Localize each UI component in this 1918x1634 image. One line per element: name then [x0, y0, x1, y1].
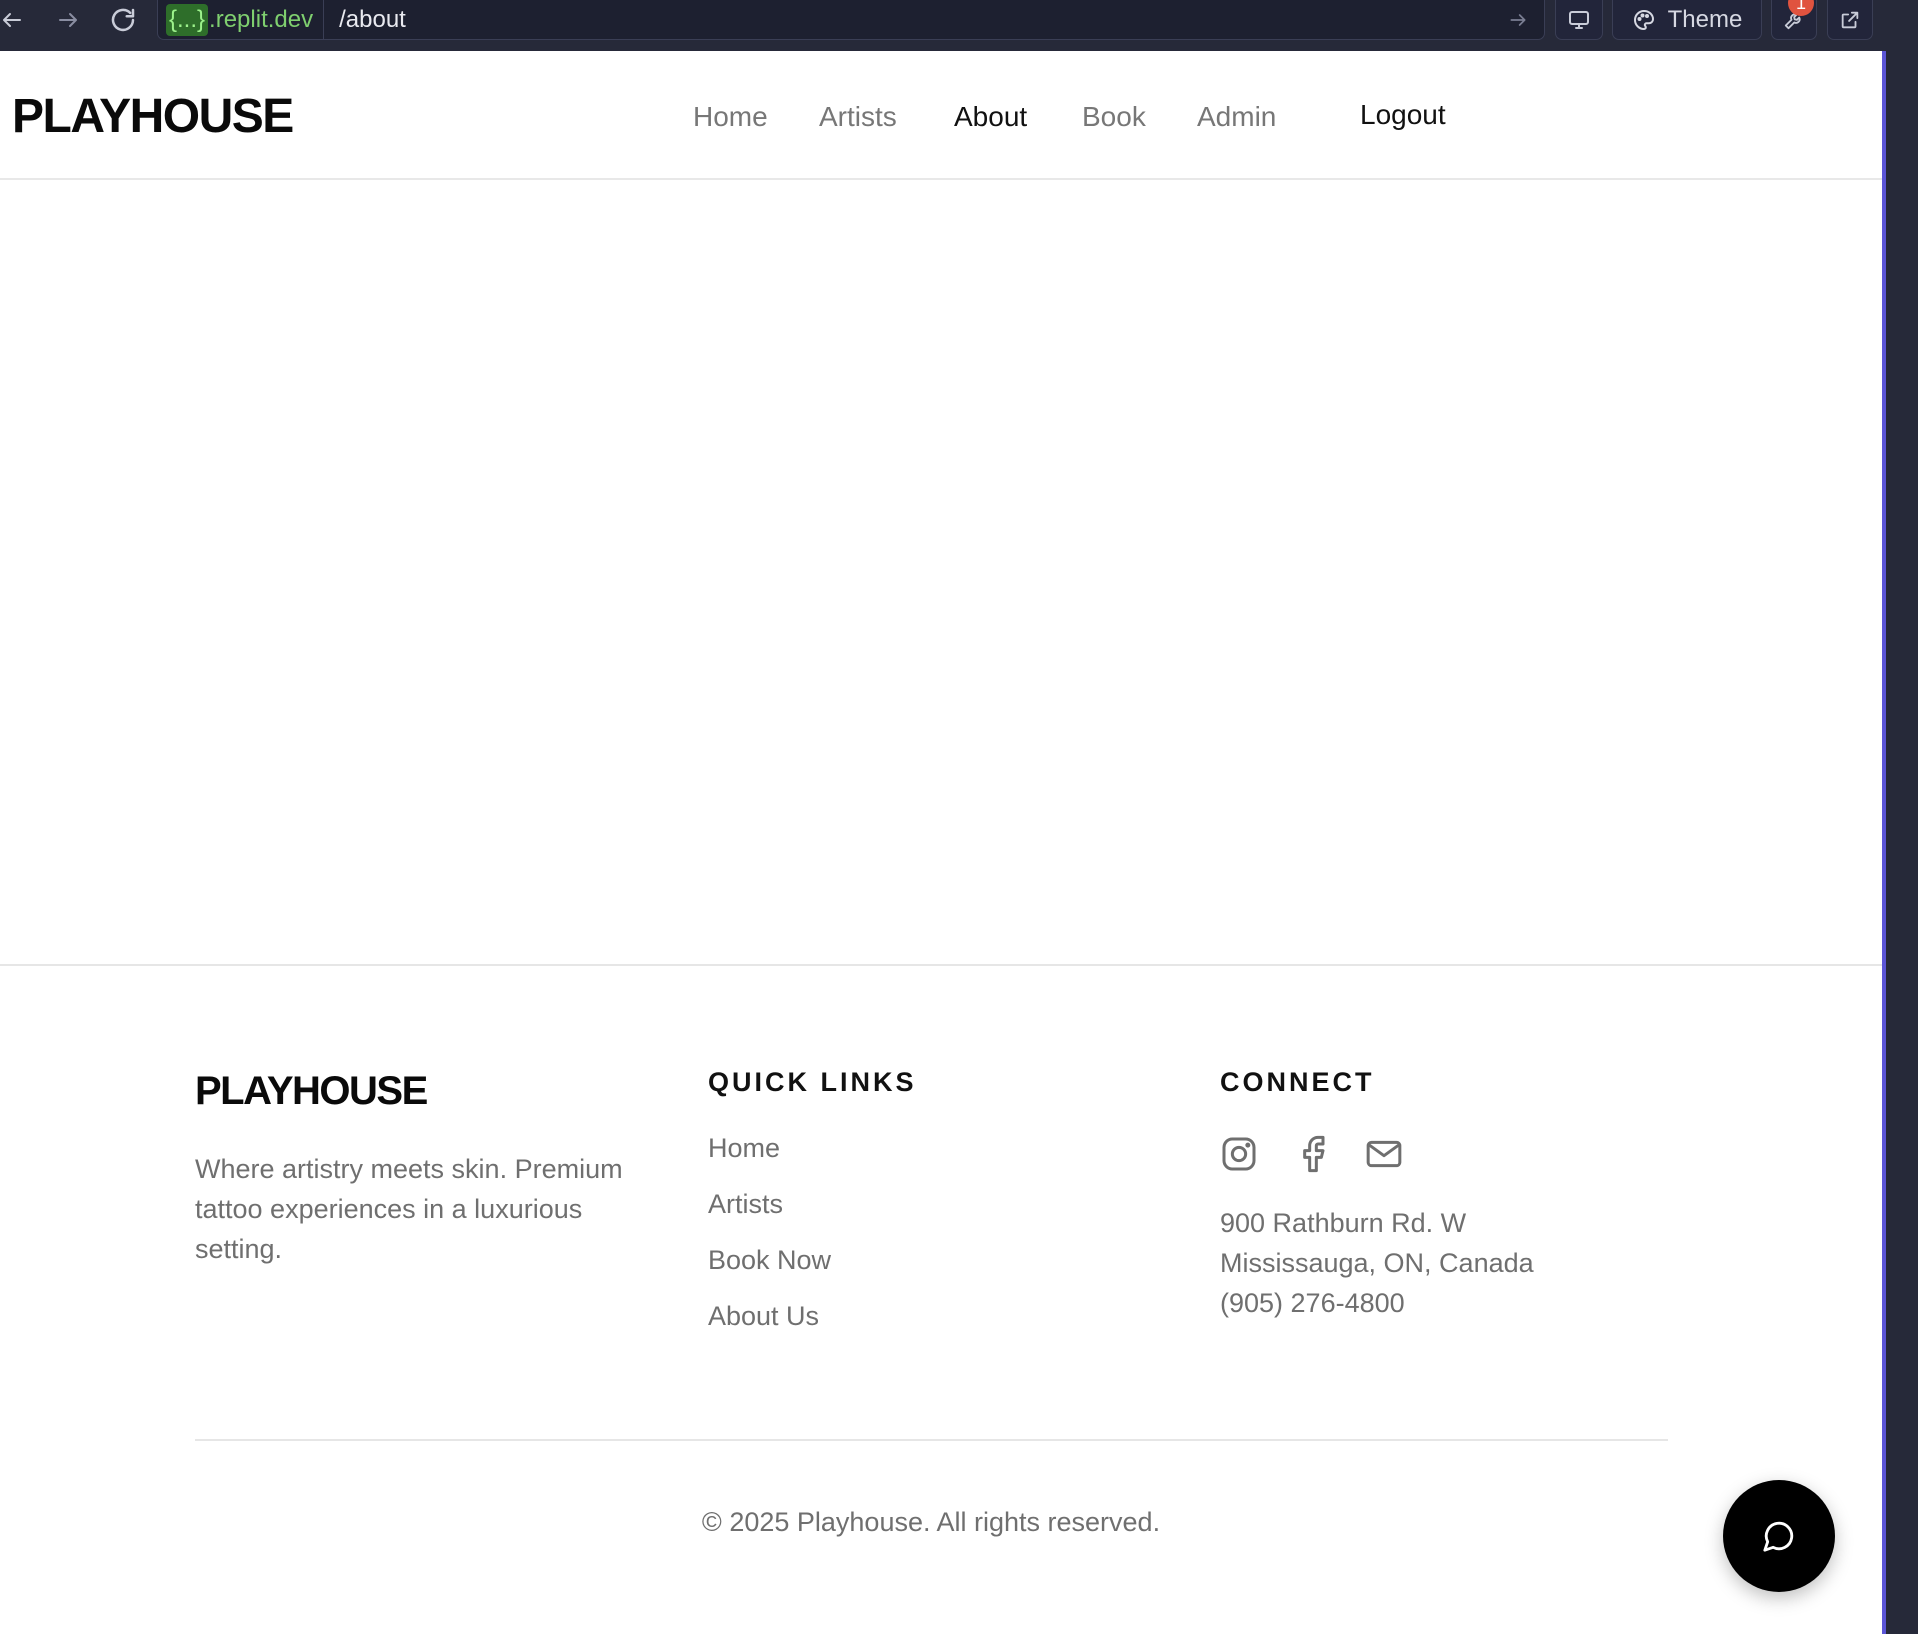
- logout-button[interactable]: Logout: [1360, 99, 1446, 131]
- palette-icon: [1632, 8, 1656, 32]
- footer-link-book-now[interactable]: Book Now: [708, 1245, 831, 1276]
- nav-home[interactable]: Home: [693, 101, 768, 133]
- chat-bubble-icon: [1762, 1519, 1796, 1553]
- devices-button[interactable]: [1555, 0, 1603, 40]
- footer-link-artists[interactable]: Artists: [708, 1189, 783, 1220]
- instagram-icon[interactable]: [1218, 1133, 1260, 1175]
- connect-heading: CONNECT: [1220, 1067, 1375, 1097]
- frame-side-panel: [1886, 51, 1918, 1634]
- nav-book[interactable]: Book: [1082, 101, 1146, 133]
- address-line-1: 900 Rathburn Rd. W: [1220, 1208, 1467, 1238]
- chat-button[interactable]: [1723, 1480, 1835, 1592]
- forward-arrow-icon[interactable]: [54, 0, 82, 40]
- devtools-button[interactable]: 1: [1771, 0, 1817, 40]
- web-page: PLAYHOUSE Home Artists About Book Admin …: [0, 51, 1882, 1634]
- footer-link-home[interactable]: Home: [708, 1133, 780, 1164]
- footer-link-about-us[interactable]: About Us: [708, 1301, 819, 1332]
- go-arrow-icon[interactable]: [1508, 10, 1528, 30]
- mail-icon[interactable]: [1362, 1133, 1406, 1175]
- address-line-2: Mississauga, ON, Canada: [1220, 1248, 1534, 1278]
- copyright-text: © 2025 Playhouse. All rights reserved.: [701, 1507, 1161, 1537]
- url-host-domain: .replit.dev: [209, 5, 314, 33]
- quick-links-heading: QUICK LINKS: [708, 1067, 917, 1097]
- contact-info: 900 Rathburn Rd. W Mississauga, ON, Cana…: [1220, 1203, 1534, 1323]
- url-bar[interactable]: {...} .replit.dev /about: [157, 0, 1545, 40]
- theme-label: Theme: [1667, 5, 1743, 33]
- nav-artists[interactable]: Artists: [819, 101, 897, 133]
- url-host-variable: {...}: [166, 3, 209, 36]
- site-logo[interactable]: PLAYHOUSE: [12, 89, 294, 144]
- phone-number: (905) 276-4800: [1220, 1288, 1405, 1318]
- site-header: PLAYHOUSE Home Artists About Book Admin …: [0, 51, 1882, 180]
- theme-button[interactable]: Theme: [1612, 0, 1762, 40]
- footer-tagline: Where artistry meets skin. Premium tatto…: [195, 1154, 623, 1264]
- url-host: {...} .replit.dev: [158, 0, 325, 39]
- monitor-icon: [1567, 8, 1591, 32]
- nav-about[interactable]: About: [954, 101, 1027, 133]
- footer-logo: PLAYHOUSE: [195, 1069, 428, 1113]
- footer-bottom-divider: [195, 1439, 1668, 1441]
- facebook-icon[interactable]: [1292, 1133, 1334, 1175]
- nav-admin[interactable]: Admin: [1197, 101, 1276, 133]
- external-link-icon: [1839, 9, 1861, 31]
- browser-toolbar: {...} .replit.dev /about Theme 1: [0, 0, 1918, 51]
- reload-icon[interactable]: [106, 0, 140, 40]
- open-new-tab-button[interactable]: [1827, 0, 1873, 40]
- url-path[interactable]: /about: [324, 6, 1508, 34]
- back-arrow-icon[interactable]: [0, 0, 24, 40]
- footer-divider: [0, 964, 1882, 966]
